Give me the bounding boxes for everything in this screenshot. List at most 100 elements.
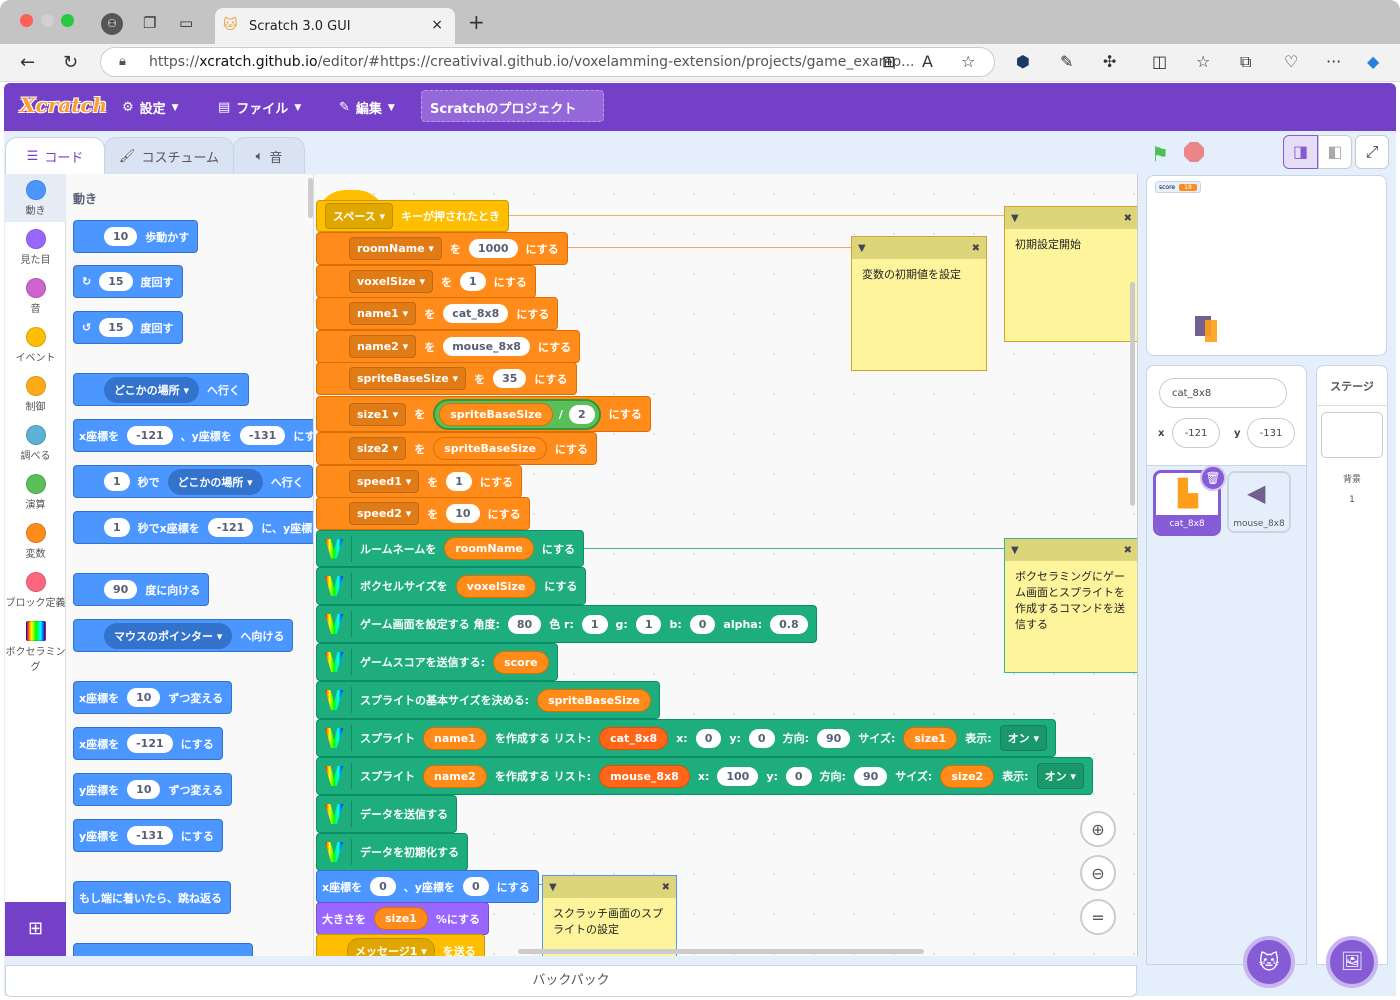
variable-dropdown[interactable]: name2 ▾	[349, 335, 417, 358]
rotation-style-block[interactable]	[73, 943, 253, 956]
variable-reporter[interactable]: score	[493, 650, 549, 674]
app-available-icon[interactable]: ⊞	[882, 52, 895, 71]
sprite-name-input[interactable]: cat_8x8	[1159, 378, 1287, 408]
split-screen-icon[interactable]: ◫	[1152, 52, 1167, 71]
category-1[interactable]: 見た目	[5, 229, 66, 266]
browser-tab[interactable]: 🐱 Scratch 3.0 GUI ×	[215, 8, 455, 44]
variable-reporter[interactable]: spriteBaseSize	[537, 688, 651, 712]
add-extension-button[interactable]: ⊞	[5, 902, 66, 956]
zoom-in-button[interactable]: ⊕	[1080, 811, 1116, 847]
variable-reporter[interactable]: size1	[374, 907, 428, 930]
delete-comment-icon[interactable]: ✖	[1124, 213, 1132, 224]
category-0[interactable]: 動き	[5, 180, 66, 217]
b-input[interactable]: 0	[689, 614, 716, 634]
set-variable-block[interactable]: name1 ▾ を cat_8x8 にする	[316, 297, 559, 330]
set-variable-block[interactable]: roomName ▾ を 1000 にする	[316, 232, 568, 265]
y-input[interactable]: 0	[785, 766, 812, 786]
y-input[interactable]: 0	[462, 877, 489, 896]
variable-reporter[interactable]: name2	[423, 764, 487, 788]
stop-icon[interactable]	[1184, 142, 1204, 162]
send-data-block[interactable]: データを送信する	[316, 795, 457, 833]
more-menu-icon[interactable]: ···	[1326, 52, 1341, 71]
edit-menu[interactable]: ✎ 編集 ▼	[339, 98, 395, 117]
tab-sounds[interactable]: 🔈︎ 音	[233, 137, 305, 174]
send-game-score-block[interactable]: ゲームスコアを送信する: score	[316, 643, 558, 681]
x-input[interactable]: 0	[370, 877, 396, 896]
add-sprite-button[interactable]: 🐱︎	[1243, 936, 1295, 988]
x-input[interactable]: -121	[127, 426, 173, 445]
workspaces-icon[interactable]: ❐	[143, 14, 156, 32]
category-4[interactable]: 制御	[5, 376, 66, 413]
x-input[interactable]: 0	[695, 728, 722, 748]
delete-comment-icon[interactable]: ✖	[1124, 545, 1132, 556]
window-maximize-button[interactable]	[61, 14, 74, 27]
x-input[interactable]: -121	[127, 734, 173, 753]
window-close-button[interactable]	[20, 14, 33, 27]
vertical-scrollbar[interactable]	[1130, 282, 1135, 506]
comment-note[interactable]: ▼ ✖ 初期設定開始	[1004, 206, 1137, 342]
green-flag-icon[interactable]: ⚑	[1151, 142, 1169, 166]
set-room-name-block[interactable]: ルームネームを roomName にする	[316, 530, 585, 567]
tab-code[interactable]: ☰ コード	[5, 137, 105, 174]
angle-input[interactable]: 80	[507, 614, 542, 634]
set-y-block[interactable]: y座標を -131 にする	[73, 819, 223, 852]
glide-target-dropdown[interactable]: どこかの場所 ▾	[167, 468, 263, 495]
towards-dropdown[interactable]: マウスのポインター ▾	[104, 622, 233, 649]
sprite-tile[interactable]: ◀ mouse_8x8	[1227, 471, 1291, 533]
zoom-reset-button[interactable]: =	[1080, 899, 1116, 935]
variable-dropdown[interactable]: speed2 ▾	[349, 502, 420, 525]
copilot-icon[interactable]: ◆	[1367, 52, 1379, 71]
url-field[interactable]: 🔒︎ https://xcratch.github.io/editor/#htt…	[100, 47, 995, 77]
small-stage-button[interactable]: ◨	[1283, 135, 1318, 169]
change-x-block[interactable]: x座標を 10 ずつ変える	[73, 681, 233, 714]
file-menu[interactable]: ▤ ファイル ▼	[218, 98, 301, 117]
category-9[interactable]: ボクセラミング	[5, 621, 66, 673]
collections-icon[interactable]: ⧉	[1240, 52, 1251, 72]
turn-left-block[interactable]: ↺ 15 度回す	[73, 311, 183, 344]
turn-right-block[interactable]: ↻ 15 度回す	[73, 265, 183, 298]
secs-input[interactable]: 1	[104, 518, 130, 537]
collapse-icon[interactable]: ▼	[549, 882, 557, 893]
set-voxel-size-block[interactable]: ボクセルサイズを voxelSize にする	[316, 567, 587, 605]
comment-note[interactable]: ▼ ✖ ボクセラミングにゲーム画面とスプライトを作成するコマンドを送信する	[1004, 538, 1137, 673]
set-variable-block[interactable]: voxelSize ▾ を 1 にする	[316, 265, 536, 298]
category-3[interactable]: イベント	[5, 327, 66, 364]
r-input[interactable]: 1	[581, 614, 608, 634]
y-input[interactable]: -131	[127, 826, 173, 845]
variable-reporter[interactable]: name1	[423, 726, 487, 750]
steps-input[interactable]: 10	[104, 227, 138, 246]
backpack[interactable]: バックパック	[5, 965, 1137, 997]
dy-input[interactable]: 10	[127, 780, 161, 799]
delete-comment-icon[interactable]: ✖	[662, 882, 670, 893]
extension-shield-icon[interactable]: ⬢	[1016, 52, 1030, 71]
glide-to-block[interactable]: 1 秒で どこかの場所 ▾ へ行く	[73, 465, 313, 498]
when-key-pressed-block[interactable]: スペース ▾ キーが押されたとき	[316, 200, 510, 232]
direction-input[interactable]: 90	[104, 580, 138, 599]
back-icon[interactable]: ←	[20, 52, 35, 73]
goto-xy-block[interactable]: x座標を -121 、y座標を -131 にする	[73, 419, 313, 452]
value-input[interactable]: 1	[446, 472, 472, 491]
category-2[interactable]: 音	[5, 278, 66, 315]
list-reporter[interactable]: mouse_8x8	[599, 764, 690, 788]
eyedropper-extension-icon[interactable]: ✎	[1060, 52, 1073, 71]
large-stage-button[interactable]: ◧	[1318, 135, 1352, 169]
variable-dropdown[interactable]: size2 ▾	[349, 437, 407, 460]
glide-xy-block[interactable]: 1 秒でx座標を -121 に、y座標を	[73, 511, 313, 544]
comment-note[interactable]: ▼ ✖ 変数の初期値を設定	[851, 236, 987, 371]
browser-essentials-icon[interactable]: ♡	[1284, 52, 1298, 71]
visibility-dropdown[interactable]: オン ▾	[1036, 763, 1084, 789]
tab-actions-icon[interactable]: ▭	[179, 14, 193, 32]
collapse-icon[interactable]: ▼	[858, 243, 866, 254]
point-direction-block[interactable]: 90 度に向ける	[73, 573, 210, 606]
set-sprite-base-size-block[interactable]: スプライトの基本サイズを決める: spriteBaseSize	[316, 681, 660, 719]
zoom-out-button[interactable]: ⊖	[1080, 855, 1116, 891]
sprite-y-input[interactable]: -131	[1247, 418, 1295, 448]
variable-reporter[interactable]: voxelSize	[455, 574, 537, 598]
collapse-icon[interactable]: ▼	[1011, 545, 1019, 556]
create-sprite-1-block[interactable]: スプライト name1 を作成する リスト: cat_8x8 x: 0 y: 0 方向: 90 サイ…	[316, 719, 1056, 757]
move-steps-block[interactable]: 10 歩動かす	[73, 220, 199, 253]
set-variable-block[interactable]: name2 ▾ を mouse_8x8 にする	[316, 330, 581, 363]
xcratch-logo[interactable]: Xcratch	[20, 93, 107, 117]
project-title-input[interactable]: Scratchのプロジェクト	[421, 90, 604, 122]
variable-dropdown[interactable]: speed1 ▾	[349, 470, 420, 493]
